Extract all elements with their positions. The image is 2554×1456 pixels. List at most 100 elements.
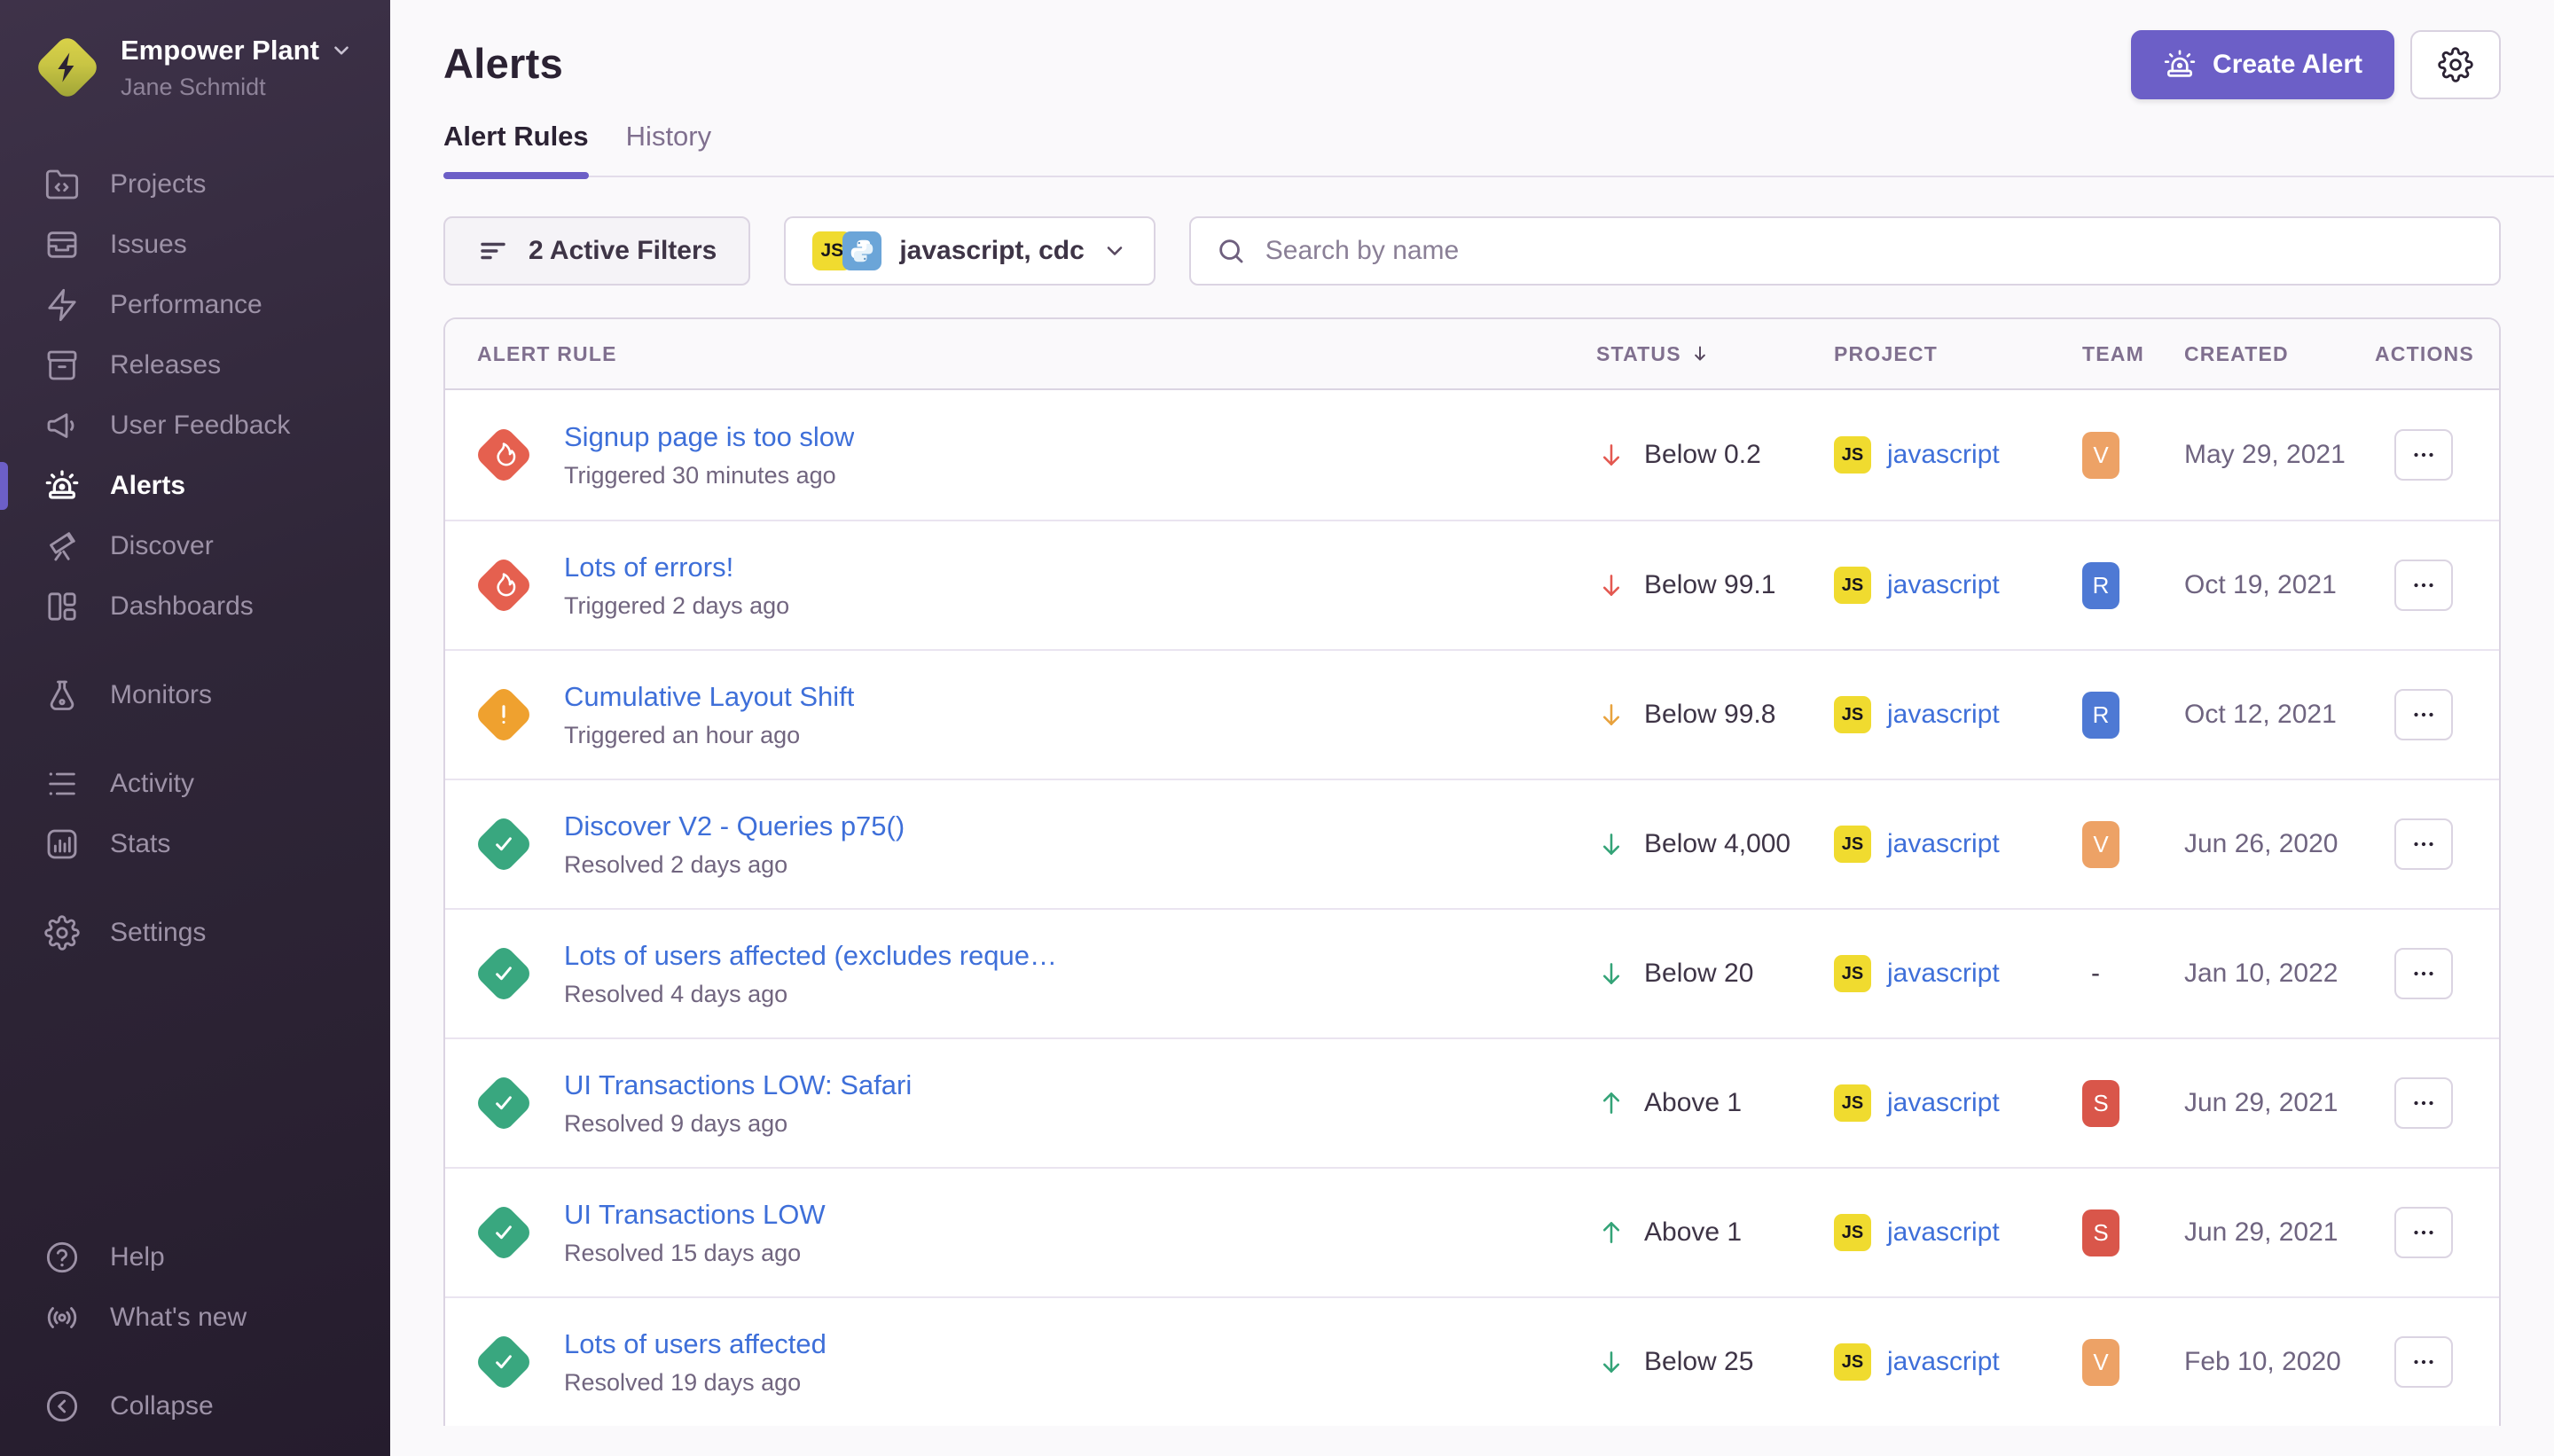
sidebar-bottom-links: Help What's new bbox=[0, 1227, 390, 1348]
active-filters-button[interactable]: 2 Active Filters bbox=[443, 216, 750, 286]
created-cell: Oct 12, 2021 bbox=[2184, 700, 2375, 730]
alert-rule-link[interactable]: UI Transactions LOW bbox=[564, 1199, 826, 1231]
sidebar-item-stats[interactable]: Stats bbox=[0, 814, 390, 874]
row-actions-button[interactable] bbox=[2394, 818, 2453, 870]
project-cell: JS javascript bbox=[1834, 436, 2082, 474]
sidebar-item-label: User Feedback bbox=[110, 411, 290, 441]
team-cell: - bbox=[2082, 959, 2184, 989]
status-label: Below 25 bbox=[1644, 1347, 1753, 1377]
project-link[interactable]: javascript bbox=[1887, 959, 2000, 989]
actions-cell bbox=[2375, 689, 2472, 740]
org-switcher[interactable]: Empower Plant Jane Schmidt bbox=[0, 0, 390, 124]
row-actions-button[interactable] bbox=[2394, 429, 2453, 481]
javascript-icon: JS bbox=[1834, 826, 1871, 863]
critical-status-icon bbox=[474, 425, 534, 485]
javascript-icon: JS bbox=[1834, 696, 1871, 733]
releases-icon bbox=[44, 348, 80, 383]
row-actions-button[interactable] bbox=[2394, 948, 2453, 999]
chevron-down-icon bbox=[1102, 239, 1127, 263]
alert-rule-subtitle: Triggered 30 minutes ago bbox=[564, 462, 854, 489]
row-actions-button[interactable] bbox=[2394, 560, 2453, 611]
sidebar-item-label: Projects bbox=[110, 169, 206, 200]
sidebar-item-collapse[interactable]: Collapse bbox=[0, 1376, 390, 1436]
alert-rule-link[interactable]: Lots of users affected (excludes reque… bbox=[564, 940, 1057, 972]
alert-rule-link[interactable]: Lots of users affected bbox=[564, 1328, 827, 1360]
dashboards-icon bbox=[44, 589, 80, 624]
ellipsis-icon bbox=[2409, 1217, 2439, 1248]
sidebar-item-performance[interactable]: Performance bbox=[0, 275, 390, 335]
column-header-actions: ACTIONS bbox=[2375, 342, 2472, 366]
sidebar-item-help[interactable]: Help bbox=[0, 1227, 390, 1288]
project-cell: JS javascript bbox=[1834, 1214, 2082, 1251]
sidebar-item-releases[interactable]: Releases bbox=[0, 335, 390, 395]
project-link[interactable]: javascript bbox=[1887, 570, 2000, 600]
column-header-status[interactable]: STATUS bbox=[1596, 342, 1834, 366]
project-link[interactable]: javascript bbox=[1887, 1088, 2000, 1118]
tab-history[interactable]: History bbox=[626, 121, 711, 176]
created-cell: Jun 26, 2020 bbox=[2184, 829, 2375, 859]
column-header-alert-rule: ALERT RULE bbox=[445, 342, 1596, 366]
sidebar-item-label: Alerts bbox=[110, 471, 185, 501]
alert-rule-subtitle: Resolved 15 days ago bbox=[564, 1240, 826, 1267]
alert-rule-link[interactable]: Discover V2 - Queries p75() bbox=[564, 810, 905, 842]
sidebar-item-settings[interactable]: Settings bbox=[0, 903, 390, 963]
table-header: ALERT RULE STATUS PROJECT TEAM CREATED A… bbox=[445, 319, 2499, 390]
sidebar-item-projects[interactable]: Projects bbox=[0, 154, 390, 215]
project-link[interactable]: javascript bbox=[1887, 1217, 2000, 1248]
sidebar-item-what-s-new[interactable]: What's new bbox=[0, 1288, 390, 1348]
created-cell: Feb 10, 2020 bbox=[2184, 1347, 2375, 1377]
org-logo bbox=[34, 34, 101, 101]
sidebar-item-label: Help bbox=[110, 1242, 165, 1272]
siren-icon bbox=[2163, 48, 2197, 82]
row-actions-button[interactable] bbox=[2394, 1077, 2453, 1129]
alert-rule-link[interactable]: Lots of errors! bbox=[564, 552, 789, 583]
project-link[interactable]: javascript bbox=[1887, 1347, 2000, 1377]
project-link[interactable]: javascript bbox=[1887, 440, 2000, 470]
sidebar-item-monitors[interactable]: Monitors bbox=[0, 665, 390, 725]
alert-rule-link[interactable]: Cumulative Layout Shift bbox=[564, 681, 854, 713]
created-cell: Jan 10, 2022 bbox=[2184, 959, 2375, 989]
discover-icon bbox=[44, 528, 80, 564]
check-icon bbox=[474, 814, 534, 874]
sidebar-item-issues[interactable]: Issues bbox=[0, 215, 390, 275]
project-link[interactable]: javascript bbox=[1887, 829, 2000, 859]
project-selector-dropdown[interactable]: JS javascript, cdc bbox=[784, 216, 1155, 286]
team-cell: V bbox=[2082, 432, 2184, 479]
issues-icon bbox=[44, 227, 80, 262]
search-icon bbox=[1216, 236, 1246, 266]
search-input[interactable] bbox=[1265, 236, 2474, 266]
alert-rule-subtitle: Resolved 9 days ago bbox=[564, 1110, 912, 1138]
project-link[interactable]: javascript bbox=[1887, 700, 2000, 730]
sidebar-item-dashboards[interactable]: Dashboards bbox=[0, 576, 390, 637]
row-actions-button[interactable] bbox=[2394, 1207, 2453, 1258]
fire-icon bbox=[474, 555, 534, 615]
critical-status-icon bbox=[474, 555, 534, 615]
actions-cell bbox=[2375, 818, 2472, 870]
alert-rule-cell: Cumulative Layout Shift Triggered an hou… bbox=[445, 681, 1596, 749]
project-selector-label: javascript, cdc bbox=[899, 236, 1084, 266]
team-badge: V bbox=[2082, 432, 2119, 479]
status-label: Below 99.8 bbox=[1644, 700, 1775, 730]
sidebar-item-label: Stats bbox=[110, 829, 170, 859]
alert-rule-link[interactable]: UI Transactions LOW: Safari bbox=[564, 1069, 912, 1101]
alert-rule-cell: Lots of errors! Triggered 2 days ago bbox=[445, 552, 1596, 620]
check-icon bbox=[474, 943, 534, 1004]
sidebar-item-discover[interactable]: Discover bbox=[0, 516, 390, 576]
sidebar-item-alerts[interactable]: Alerts bbox=[0, 456, 390, 516]
resolved-status-icon bbox=[474, 1332, 534, 1392]
org-meta: Empower Plant Jane Schmidt bbox=[121, 35, 353, 101]
alert-settings-button[interactable] bbox=[2410, 30, 2501, 99]
alert-rule-link[interactable]: Signup page is too slow bbox=[564, 421, 854, 453]
alert-rule-cell: UI Transactions LOW Resolved 15 days ago bbox=[445, 1199, 1596, 1267]
row-actions-button[interactable] bbox=[2394, 1336, 2453, 1388]
arrow-down-icon bbox=[1596, 700, 1626, 730]
sidebar-item-user-feedback[interactable]: User Feedback bbox=[0, 395, 390, 456]
create-alert-button[interactable]: Create Alert bbox=[2131, 30, 2394, 99]
tab-alert-rules[interactable]: Alert Rules bbox=[443, 121, 589, 176]
ellipsis-icon bbox=[2409, 700, 2439, 730]
collapse-icon bbox=[44, 1389, 80, 1424]
arrow-down-icon bbox=[1596, 570, 1626, 600]
status-label: Below 0.2 bbox=[1644, 440, 1761, 470]
row-actions-button[interactable] bbox=[2394, 689, 2453, 740]
sidebar-item-activity[interactable]: Activity bbox=[0, 754, 390, 814]
